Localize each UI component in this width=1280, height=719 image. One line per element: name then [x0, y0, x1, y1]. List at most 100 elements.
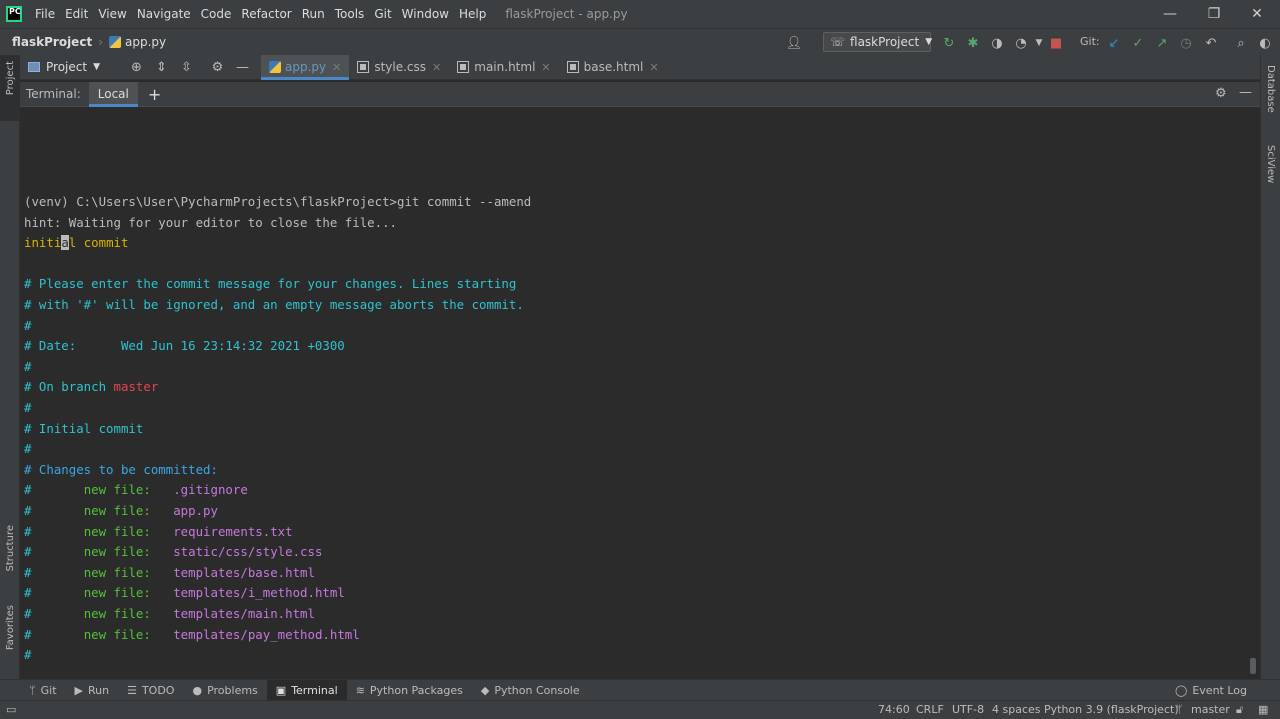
search-icon[interactable]: ⌕: [1232, 34, 1250, 52]
file-icon: [566, 61, 579, 73]
collapse-all-icon[interactable]: ⇳: [174, 60, 199, 75]
favorites-tool-tab[interactable]: Favorites: [5, 605, 16, 650]
menu-window[interactable]: Window: [397, 7, 454, 21]
rerun-icon[interactable]: ↻: [940, 34, 958, 52]
packages-icon: ≋: [355, 683, 365, 697]
bottom-tool-bar: ᛘ Git ▶ Run ☰ TODO ● Problems ▣ Terminal ≋ Python P…: [0, 679, 1280, 701]
coverage-icon[interactable]: ◑: [988, 34, 1006, 52]
terminal-text: master: [113, 379, 159, 395]
run-icon: ▶: [74, 683, 83, 697]
git-branch-icon: ᛘ: [1176, 703, 1183, 716]
hide-panel-icon[interactable]: —: [1239, 85, 1252, 100]
tool-windows-toggle-icon[interactable]: ▭: [6, 703, 16, 716]
tool-button-run[interactable]: ▶ Run: [66, 680, 119, 701]
menu-view[interactable]: View: [93, 7, 131, 21]
history-icon[interactable]: ◷: [1177, 34, 1195, 52]
expand-all-icon[interactable]: ⇕: [149, 60, 174, 75]
project-tool-tab[interactable]: Project: [0, 55, 20, 121]
line-separator[interactable]: CRLF: [916, 703, 944, 716]
terminal-output[interactable]: (venv) C:\Users\User\PycharmProjects\fla…: [20, 107, 1260, 679]
jetbrains-ide-icon[interactable]: ◐: [1256, 34, 1274, 52]
rollback-icon[interactable]: ↶: [1202, 34, 1220, 52]
terminal-line: initial commit: [24, 235, 128, 251]
menu-git[interactable]: Git: [369, 7, 396, 21]
tool-button-python-packages[interactable]: ≋ Python Packages: [347, 680, 472, 701]
terminal-text: app.py: [173, 503, 218, 518]
tab-main-html[interactable]: main.html ✕: [449, 55, 558, 80]
close-tab-icon[interactable]: ✕: [332, 61, 341, 74]
terminal-text: #: [24, 358, 32, 374]
hide-icon[interactable]: —: [230, 60, 255, 75]
tool-button-terminal[interactable]: ▣ Terminal: [266, 679, 347, 701]
terminal-tab-local[interactable]: Local: [88, 81, 138, 107]
memory-indicator-icon[interactable]: ▦: [1258, 703, 1268, 716]
profile-icon[interactable]: ◔: [1012, 34, 1030, 52]
file-encoding[interactable]: UTF-8: [952, 703, 984, 716]
terminal-line: # new file: app.py: [24, 503, 218, 519]
sciview-tool-tab[interactable]: SciView: [1265, 145, 1276, 183]
menu-file[interactable]: File: [30, 7, 60, 21]
terminal-text: new file:: [83, 585, 174, 601]
close-tab-icon[interactable]: ✕: [432, 61, 441, 74]
gear-icon[interactable]: ⚙: [205, 60, 230, 75]
menu-bar: PC File Edit View Navigate Code Refactor Run To…: [0, 0, 1280, 28]
terminal-line: # On branch master: [24, 379, 158, 395]
stop-icon[interactable]: ■: [1047, 34, 1065, 52]
terminal-text: new file:: [83, 482, 174, 498]
tool-button-python-console[interactable]: ◆ Python Console: [472, 680, 589, 701]
gear-icon[interactable]: ⚙: [1215, 86, 1227, 101]
tab-app-py[interactable]: app.py ✕: [261, 54, 350, 80]
indent-setting[interactable]: 4 spaces: [992, 703, 1041, 716]
terminal-line: # Date: Wed Jun 16 23:14:32 2021 +0300: [24, 338, 345, 354]
menu-tools[interactable]: Tools: [330, 7, 370, 21]
git-push-icon[interactable]: ↗: [1153, 34, 1171, 52]
terminal-line: # new file: requirements.txt: [24, 524, 293, 540]
tab-label: app.py: [285, 60, 327, 74]
terminal-text: templates/i_method.html: [173, 585, 345, 601]
debug-icon[interactable]: ✱: [964, 34, 982, 52]
terminal-text: # Date: Wed Jun 16 23:14:32 2021 +0300: [24, 338, 345, 354]
close-tab-icon[interactable]: ✕: [649, 61, 658, 74]
git-branch[interactable]: master: [1191, 703, 1230, 716]
python-console-icon: ◆: [480, 683, 490, 697]
structure-tool-tab[interactable]: Structure: [5, 525, 16, 572]
menu-refactor[interactable]: Refactor: [236, 7, 296, 21]
run-configuration-select[interactable]: ☏ flaskProject ▼: [823, 32, 933, 52]
breadcrumb-project[interactable]: flaskProject: [10, 35, 94, 49]
terminal-text: #: [24, 585, 84, 601]
more-run-icon[interactable]: ▼: [1030, 34, 1048, 52]
close-tab-icon[interactable]: ✕: [541, 61, 550, 74]
tab-base-html[interactable]: base.html ✕: [559, 55, 667, 80]
terminal-line: # new file: templates/i_method.html: [24, 585, 345, 601]
menu-navigate[interactable]: Navigate: [132, 7, 196, 21]
git-update-icon[interactable]: ↙: [1105, 34, 1123, 52]
git-commit-icon[interactable]: ✓: [1129, 34, 1147, 52]
tool-button-label: Problems: [207, 683, 258, 697]
tab-style-css[interactable]: style.css ✕: [349, 55, 449, 80]
locate-icon[interactable]: ⊕: [124, 60, 149, 75]
terminal-scrollbar[interactable]: [1250, 658, 1256, 674]
menu-edit[interactable]: Edit: [60, 7, 93, 21]
terminal-line: # Please enter the commit message for yo…: [24, 276, 516, 292]
python-file-icon: [109, 36, 121, 48]
close-icon[interactable]: ✕: [1237, 0, 1277, 28]
menu-run[interactable]: Run: [297, 7, 330, 21]
menu-help[interactable]: Help: [454, 7, 491, 21]
menu-code[interactable]: Code: [196, 7, 237, 21]
python-interpreter[interactable]: Python 3.9 (flaskProject): [1044, 703, 1179, 716]
terminal-text: templates/pay_method.html: [173, 626, 360, 642]
restore-icon[interactable]: ❐: [1194, 0, 1234, 28]
minimize-icon[interactable]: —: [1150, 0, 1190, 28]
tool-button-git[interactable]: ᛘ Git: [20, 680, 66, 701]
breadcrumb-file[interactable]: app.py: [107, 35, 168, 49]
chevron-down-icon: ▼: [925, 37, 933, 47]
caret-position[interactable]: 74:60: [878, 703, 910, 716]
tool-button-todo[interactable]: ☰ TODO: [118, 680, 183, 701]
tool-button-problems[interactable]: ● Problems: [183, 680, 266, 701]
lock-icon[interactable]: 🔓︎: [1236, 703, 1243, 717]
terminal-text: requirements.txt: [173, 523, 293, 539]
new-terminal-icon[interactable]: +: [148, 85, 161, 104]
database-tool-tab[interactable]: Database: [1265, 65, 1276, 113]
user-icon[interactable]: 👤︎: [785, 34, 803, 52]
event-log-button[interactable]: ◯ Event Log: [1166, 680, 1256, 701]
